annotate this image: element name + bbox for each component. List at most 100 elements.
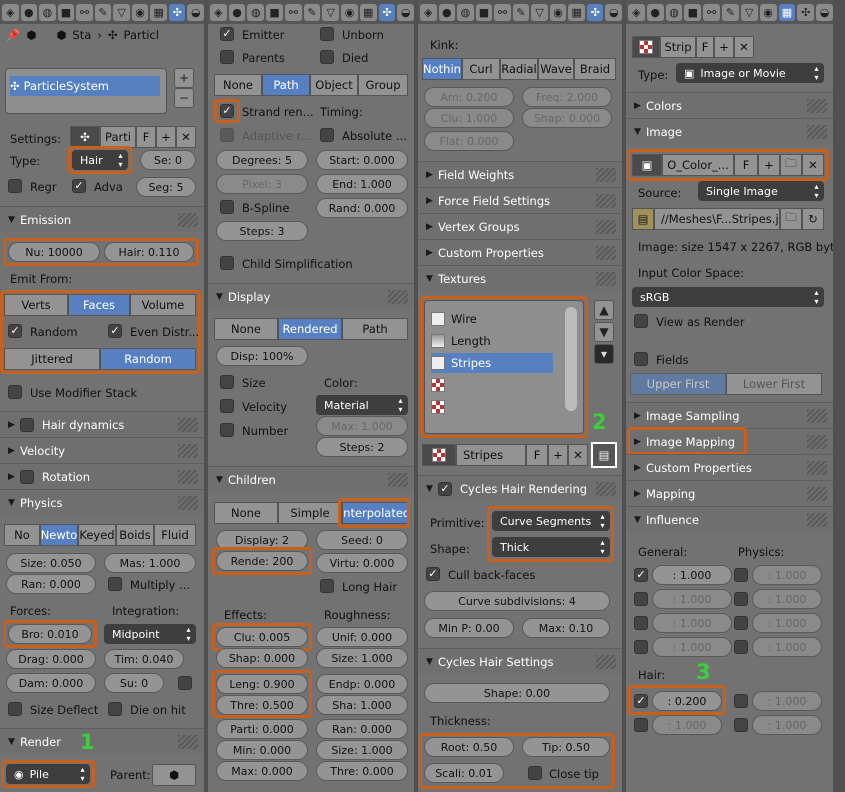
image-header[interactable]: ▼ Image xyxy=(626,118,833,144)
kink-frequency-field[interactable]: Freq: 2.000 xyxy=(522,87,612,107)
influence-field[interactable]: : 1.000 xyxy=(752,589,822,609)
influence-header[interactable]: ▼ Influence xyxy=(626,506,833,532)
random-size-field[interactable]: Size: 1.000 xyxy=(316,740,408,760)
influence-checkbox[interactable] xyxy=(734,694,748,708)
drag-field[interactable]: Drag: 0.000 xyxy=(6,649,96,669)
child-simplification-checkbox[interactable] xyxy=(220,256,234,270)
lower-first-button[interactable]: Lower First xyxy=(726,373,822,395)
mapping-header[interactable]: ▶ Mapping xyxy=(626,480,833,506)
list-item[interactable]: ✣ ParticleSystem xyxy=(10,76,160,96)
influence-field[interactable]: : 1.000 xyxy=(652,565,732,585)
children-simple-button[interactable]: Simple xyxy=(278,502,342,524)
properties-tabs[interactable]: ◈ ● ◍ ■ ⚯ ✎ ▽ ◉ ▦ ✣ ◒ xyxy=(0,0,204,24)
display-header[interactable]: ▼ Display xyxy=(208,283,414,309)
hair-length-field[interactable]: Hair: 0.110 xyxy=(104,242,194,262)
material-tab-icon[interactable]: ◉ xyxy=(131,3,149,21)
display-steps-field[interactable]: Steps: 2 xyxy=(316,437,408,457)
fields-checkbox[interactable] xyxy=(634,352,648,366)
display-rendered-button[interactable]: Rendered xyxy=(278,318,342,340)
bspline-checkbox[interactable] xyxy=(220,200,234,214)
emit-verts-button[interactable]: Verts xyxy=(4,294,68,316)
vertex-groups-header[interactable]: ▶ Vertex Groups xyxy=(418,213,622,239)
children-interpolated-button[interactable]: Interpolated xyxy=(342,502,408,524)
texture-name-field[interactable]: Stripes xyxy=(456,444,526,466)
custom-props-header[interactable]: ▶ Custom Properties xyxy=(418,239,622,265)
size-field[interactable]: Size: 0.050 xyxy=(6,553,96,573)
properties-tabs-4[interactable]: ◈ ● ◍ ■ ⚯ ✎ ▽ ◉ ▦ ✣ ◒ xyxy=(626,0,833,24)
emission-header[interactable]: ▼ Emission xyxy=(0,206,204,232)
properties-tabs-3[interactable]: ◈ ● ◍ ■ ⚯ ✎ ▽ ◉ ▦ ✣ ◒ xyxy=(418,0,622,24)
rotation-checkbox[interactable] xyxy=(20,469,34,484)
mass-field[interactable]: Mas: 1.000 xyxy=(104,553,196,573)
physics-keyed-button[interactable]: Keyed xyxy=(78,524,116,546)
texture-slot-list[interactable]: Wire Length Stripes xyxy=(424,300,584,434)
children-display-field[interactable]: Display: 2 xyxy=(216,530,308,550)
influence-checkbox[interactable]: ✓ xyxy=(634,568,648,582)
kink-shape-field[interactable]: Shap: 0.000 xyxy=(522,108,612,128)
random-checkbox[interactable]: ✓ xyxy=(8,324,22,338)
texture-type-dropdown[interactable]: ▣ Image or Movie xyxy=(676,63,824,83)
advanced-checkbox[interactable]: ✓ xyxy=(72,179,86,193)
children-header[interactable]: ▼ Children xyxy=(208,466,414,492)
kink-clump-field[interactable]: Clu: 1.000 xyxy=(424,108,514,128)
new-texture-icon[interactable]: + xyxy=(548,444,568,466)
hair-dynamics-header[interactable]: ▶ Hair dynamics xyxy=(0,411,204,437)
rotation-header[interactable]: ▶ Rotation xyxy=(0,463,204,489)
color-dropdown[interactable]: Material xyxy=(316,395,408,415)
influence-checkbox[interactable] xyxy=(634,616,648,630)
random-threshold-field[interactable]: Thre: 0.000 xyxy=(316,761,408,781)
influence-field[interactable]: : 1.000 xyxy=(652,613,732,633)
parent-object-field[interactable]: ⬢ xyxy=(152,764,196,786)
physics-newtonian-button[interactable]: Newto xyxy=(40,524,78,546)
move-up-icon[interactable]: ▲ xyxy=(594,300,614,320)
influence-field[interactable]: : 1.000 xyxy=(652,715,722,735)
list-scrollbar[interactable] xyxy=(565,307,577,411)
image-browse-icon[interactable]: ▣ xyxy=(632,154,662,176)
packed-file-icon[interactable]: ▤ xyxy=(632,208,654,230)
influence-checkbox[interactable] xyxy=(634,640,648,654)
list-item[interactable]: Wire xyxy=(431,309,561,329)
children-render-field[interactable]: Rende: 200 xyxy=(216,551,308,571)
max-extension-field[interactable]: Max: 0.10 xyxy=(522,618,610,638)
texture-fake-user-button[interactable]: F xyxy=(696,36,714,58)
show-size-checkbox[interactable] xyxy=(220,375,234,389)
endpoint-shape-field[interactable]: Sha: 1.000 xyxy=(316,695,408,715)
segments-field[interactable]: Seg: 5 xyxy=(136,177,196,197)
physics-fluid-button[interactable]: Fluid xyxy=(154,524,196,546)
upper-first-button[interactable]: Upper First xyxy=(630,373,726,395)
particles-tab-icon[interactable]: ✣ xyxy=(168,3,186,21)
texture-browse-icon[interactable] xyxy=(632,36,660,58)
adaptive-checkbox[interactable] xyxy=(220,128,234,142)
use-modifier-stack-checkbox[interactable] xyxy=(8,385,22,399)
uniform-size-field[interactable]: Size: 1.000 xyxy=(316,648,408,668)
threshold-field[interactable]: Thre: 0.500 xyxy=(216,695,308,715)
emitter-checkbox[interactable]: ✓ xyxy=(220,27,234,41)
constraint-tab-icon[interactable]: ⚯ xyxy=(76,3,93,21)
influence-field[interactable]: : 1.000 xyxy=(652,589,732,609)
jittered-button[interactable]: Jittered xyxy=(4,348,100,370)
strand-render-checkbox[interactable]: ✓ xyxy=(220,104,234,118)
integration-dropdown[interactable]: Midpoint xyxy=(104,624,196,644)
image-fake-user-button[interactable]: F xyxy=(734,154,758,176)
unlink-texture-icon[interactable]: ✕ xyxy=(734,36,754,58)
auto-timestep-checkbox[interactable] xyxy=(178,676,192,690)
kink-nothing-button[interactable]: Nothin xyxy=(422,58,462,80)
render-path-button[interactable]: Path xyxy=(262,74,310,96)
unlink-texture-icon[interactable]: ✕ xyxy=(568,444,588,466)
number-field[interactable]: Nu: 10000 xyxy=(8,242,100,262)
influence-checkbox[interactable] xyxy=(734,568,748,582)
multiply-checkbox[interactable] xyxy=(108,577,122,591)
display-none-button[interactable]: None xyxy=(214,318,278,340)
fake-user-button[interactable]: F xyxy=(136,126,156,148)
kink-curl-button[interactable]: Curl xyxy=(462,58,500,80)
random-dist-button[interactable]: Random xyxy=(100,348,196,370)
influence-field[interactable]: : 1.000 xyxy=(752,637,822,657)
texture-properties-icon[interactable]: ▤ xyxy=(591,442,617,468)
object-tab-icon[interactable]: ■ xyxy=(57,3,75,21)
settings-name[interactable]: Parti xyxy=(100,126,136,148)
world-tab-icon[interactable]: ◍ xyxy=(39,3,56,21)
source-dropdown[interactable]: Single Image xyxy=(698,181,824,201)
parents-checkbox[interactable] xyxy=(220,50,234,64)
colors-header[interactable]: ▶ Colors xyxy=(626,92,833,118)
start-field[interactable]: Start: 0.000 xyxy=(316,150,408,170)
